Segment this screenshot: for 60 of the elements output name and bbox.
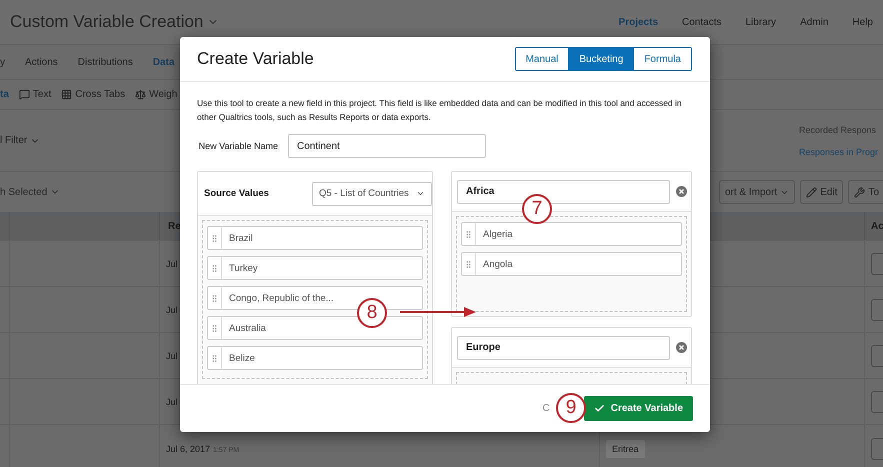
value-item[interactable]: Angola	[461, 252, 682, 276]
check-icon	[594, 403, 605, 414]
row-action-button[interactable]	[871, 298, 883, 320]
answer-tag: Eritrea	[606, 440, 645, 458]
selection-dropdown[interactable]: h Selected	[0, 186, 60, 198]
drag-handle-icon[interactable]	[210, 264, 219, 272]
bucket-name-field[interactable]: Europe	[457, 336, 670, 360]
row-action-button[interactable]	[871, 344, 883, 366]
subtab[interactable]: ta	[0, 89, 9, 100]
tab[interactable]: Distributions	[78, 56, 133, 68]
clear-icon[interactable]	[676, 186, 687, 197]
row-action-button[interactable]	[871, 390, 883, 412]
field-label: New Variable Name	[198, 141, 278, 151]
create-variable-button[interactable]: Create Variable	[584, 396, 693, 421]
responses-in-progress-link[interactable]: Responses in Progr	[799, 146, 883, 156]
nav-link[interactable]: Contacts	[682, 16, 722, 28]
toolbar-button[interactable]: ort & Import	[718, 180, 796, 204]
mode-tab[interactable]: Formula	[633, 48, 691, 70]
tab[interactable]: Actions	[25, 56, 58, 68]
speech-bubble-icon	[18, 89, 30, 100]
subtab[interactable]: Text	[18, 89, 52, 100]
description-text: Use this tool to create a new field in this project. This field is like embedded data and can be modified in this tool and accessed in other Qualtrics tools, such as Results Reports or data exports.	[197, 97, 683, 124]
value-item[interactable]: Turkey	[207, 256, 423, 280]
tab[interactable]: Data	[152, 56, 175, 68]
wrench-icon	[854, 186, 866, 198]
nav-link[interactable]: Projects	[618, 16, 658, 28]
toolbar-button[interactable]: Edit	[800, 180, 844, 204]
row-action-button[interactable]	[871, 438, 883, 460]
cancel-button[interactable]: C	[542, 403, 550, 414]
question-dropdown[interactable]: Q5 - List of Countries	[312, 182, 432, 206]
grid-icon	[61, 89, 72, 100]
variable-name-field[interactable]: Continent	[288, 134, 486, 158]
drag-handle-icon[interactable]	[210, 294, 219, 302]
value-item[interactable]: Belize	[207, 346, 423, 370]
chevron-down-icon	[416, 189, 425, 198]
subtab[interactable]: Cross Tabs	[61, 89, 126, 100]
nav-link[interactable]: Library	[745, 16, 776, 28]
nav-link[interactable]: Help	[852, 16, 873, 28]
step-number-badge: 9	[556, 393, 586, 423]
drag-handle-icon[interactable]	[210, 324, 219, 332]
value-item[interactable]: Brazil	[207, 226, 423, 250]
row-action-button[interactable]	[871, 252, 883, 274]
dialog-title: Create Variable	[197, 49, 314, 69]
subtab[interactable]: Weigh	[135, 89, 178, 100]
scale-icon	[135, 89, 146, 100]
tab[interactable]: y	[0, 56, 5, 68]
project-title[interactable]: Custom Variable Creation	[10, 12, 204, 32]
drag-handle-icon[interactable]	[464, 230, 473, 238]
nav-link[interactable]: Admin	[800, 16, 828, 28]
recorded-responses-label: Recorded Respons	[799, 124, 878, 134]
drag-handle-icon[interactable]	[210, 354, 219, 362]
mode-tab[interactable]: Bucketing	[568, 48, 634, 70]
source-label: Source Values	[204, 188, 269, 199]
pencil-icon	[806, 186, 818, 198]
clear-icon[interactable]	[676, 342, 687, 353]
value-item[interactable]: Algeria	[461, 222, 682, 246]
toolbar-button[interactable]: To	[848, 180, 883, 204]
drag-handle-icon[interactable]	[464, 260, 473, 268]
drag-handle-icon[interactable]	[210, 234, 219, 242]
filter-dropdown[interactable]: l Filter	[0, 135, 40, 146]
